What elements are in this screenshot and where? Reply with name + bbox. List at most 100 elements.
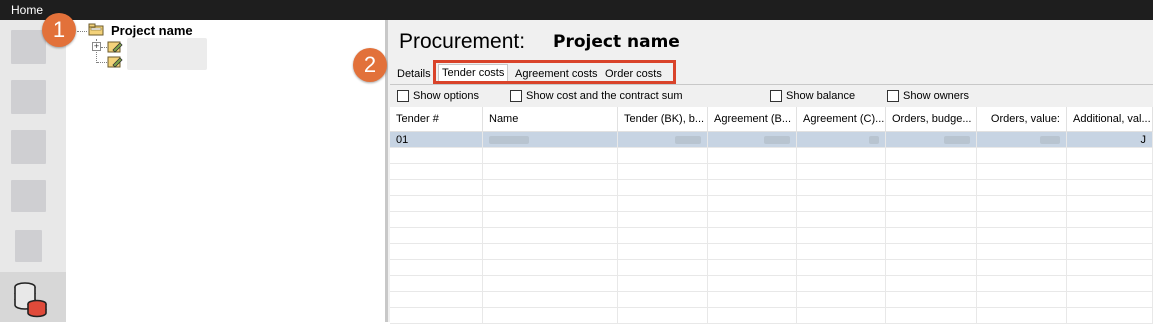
grid-cell	[483, 276, 618, 292]
table-row[interactable]	[390, 164, 1153, 180]
nav-button-1[interactable]	[11, 30, 46, 64]
table-row[interactable]	[390, 196, 1153, 212]
tree-expand-toggle[interactable]: +	[92, 42, 101, 51]
grid-cell	[886, 244, 977, 260]
cell-orders-budget	[886, 132, 977, 148]
grid-cell	[886, 180, 977, 196]
grid-cell	[708, 228, 797, 244]
nav-button-5[interactable]	[15, 230, 42, 262]
grid-cell	[483, 196, 618, 212]
grid-cell	[1067, 212, 1153, 228]
grid-cell	[977, 276, 1067, 292]
grid-cell	[390, 244, 483, 260]
tab-details[interactable]: Details	[394, 66, 434, 84]
column-header-additional-value[interactable]: Additional, val...	[1067, 107, 1153, 132]
redacted-value	[1040, 136, 1060, 145]
grid-cell	[797, 196, 886, 212]
grid-cell	[618, 212, 708, 228]
cell-agreement-c	[797, 132, 886, 148]
show-owners-checkbox[interactable]: Show owners	[887, 88, 969, 104]
table-row[interactable]	[390, 148, 1153, 164]
tender-costs-grid: Tender # Name Tender (BK), b... Agreemen…	[390, 107, 1153, 324]
cell-tender-bk	[618, 132, 708, 148]
grid-cell	[1067, 180, 1153, 196]
table-row[interactable]	[390, 228, 1153, 244]
grid-cell	[483, 292, 618, 308]
grid-cell	[618, 260, 708, 276]
grid-cell	[708, 260, 797, 276]
grid-cell	[886, 148, 977, 164]
grid-cell	[977, 260, 1067, 276]
column-header-name[interactable]: Name	[483, 107, 618, 132]
grid-cell	[618, 164, 708, 180]
grid-cell	[886, 276, 977, 292]
grid-cell	[390, 276, 483, 292]
table-row[interactable]	[390, 292, 1153, 308]
grid-cell	[797, 212, 886, 228]
table-row[interactable]	[390, 212, 1153, 228]
grid-cell	[797, 180, 886, 196]
nav-button-3[interactable]	[11, 130, 46, 164]
document-edit-icon[interactable]	[107, 40, 123, 53]
column-header-orders-value[interactable]: Orders, value:	[977, 107, 1067, 132]
grid-cell	[708, 196, 797, 212]
table-row[interactable]	[390, 244, 1153, 260]
grid-cell	[886, 212, 977, 228]
grid-cell	[1067, 292, 1153, 308]
checkbox-box[interactable]	[510, 90, 522, 102]
grid-cell	[977, 164, 1067, 180]
grid-cell	[1067, 260, 1153, 276]
checkbox-label: Show owners	[903, 90, 970, 102]
tree-root-label[interactable]: Project name	[111, 23, 193, 38]
table-row[interactable]	[390, 276, 1153, 292]
grid-cell	[886, 196, 977, 212]
nav-button-procurement[interactable]	[0, 272, 66, 322]
cell-agreement-b	[708, 132, 797, 148]
checkbox-box[interactable]	[770, 90, 782, 102]
grid-cell	[977, 292, 1067, 308]
table-row[interactable]: 01 J	[390, 132, 1153, 148]
grid-cell	[483, 244, 618, 260]
column-header-agreement-c[interactable]: Agreement (C)...	[797, 107, 886, 132]
grid-cell	[886, 260, 977, 276]
grid-cell	[390, 260, 483, 276]
table-row[interactable]	[390, 180, 1153, 196]
grid-cell	[797, 164, 886, 180]
cell-orders-value	[977, 132, 1067, 148]
column-header-orders-budget[interactable]: Orders, budge...	[886, 107, 977, 132]
grid-cell	[390, 164, 483, 180]
show-balance-checkbox[interactable]: Show balance	[770, 88, 855, 104]
grid-cell	[977, 244, 1067, 260]
document-edit-icon[interactable]	[107, 55, 123, 68]
grid-cell	[618, 292, 708, 308]
column-header-tender-bk[interactable]: Tender (BK), b...	[618, 107, 708, 132]
redacted-value	[675, 136, 701, 145]
grid-cell	[1067, 196, 1153, 212]
grid-cell	[886, 228, 977, 244]
grid-cell	[708, 244, 797, 260]
tree-connector	[77, 31, 87, 32]
grid-cell	[797, 260, 886, 276]
grid-cell	[708, 276, 797, 292]
show-options-checkbox[interactable]: Show options	[397, 88, 479, 104]
nav-button-2[interactable]	[11, 80, 46, 114]
grid-cell	[886, 164, 977, 180]
nav-button-4[interactable]	[11, 180, 46, 212]
column-header-tender-no[interactable]: Tender #	[390, 107, 483, 132]
annotation-badge-2: 2	[353, 48, 387, 82]
table-row[interactable]	[390, 260, 1153, 276]
grid-cell	[390, 196, 483, 212]
grid-cell	[618, 276, 708, 292]
column-header-agreement-b[interactable]: Agreement (B...	[708, 107, 797, 132]
checkbox-box[interactable]	[887, 90, 899, 102]
grid-cell	[483, 260, 618, 276]
grid-cell	[977, 148, 1067, 164]
home-menu-item[interactable]: Home	[11, 3, 43, 17]
grid-cell	[708, 292, 797, 308]
grid-cell	[390, 228, 483, 244]
show-cost-contract-checkbox[interactable]: Show cost and the contract sum	[510, 88, 683, 104]
checkbox-box[interactable]	[397, 90, 409, 102]
grid-cell	[977, 228, 1067, 244]
grid-cell	[618, 196, 708, 212]
grid-cell	[797, 228, 886, 244]
